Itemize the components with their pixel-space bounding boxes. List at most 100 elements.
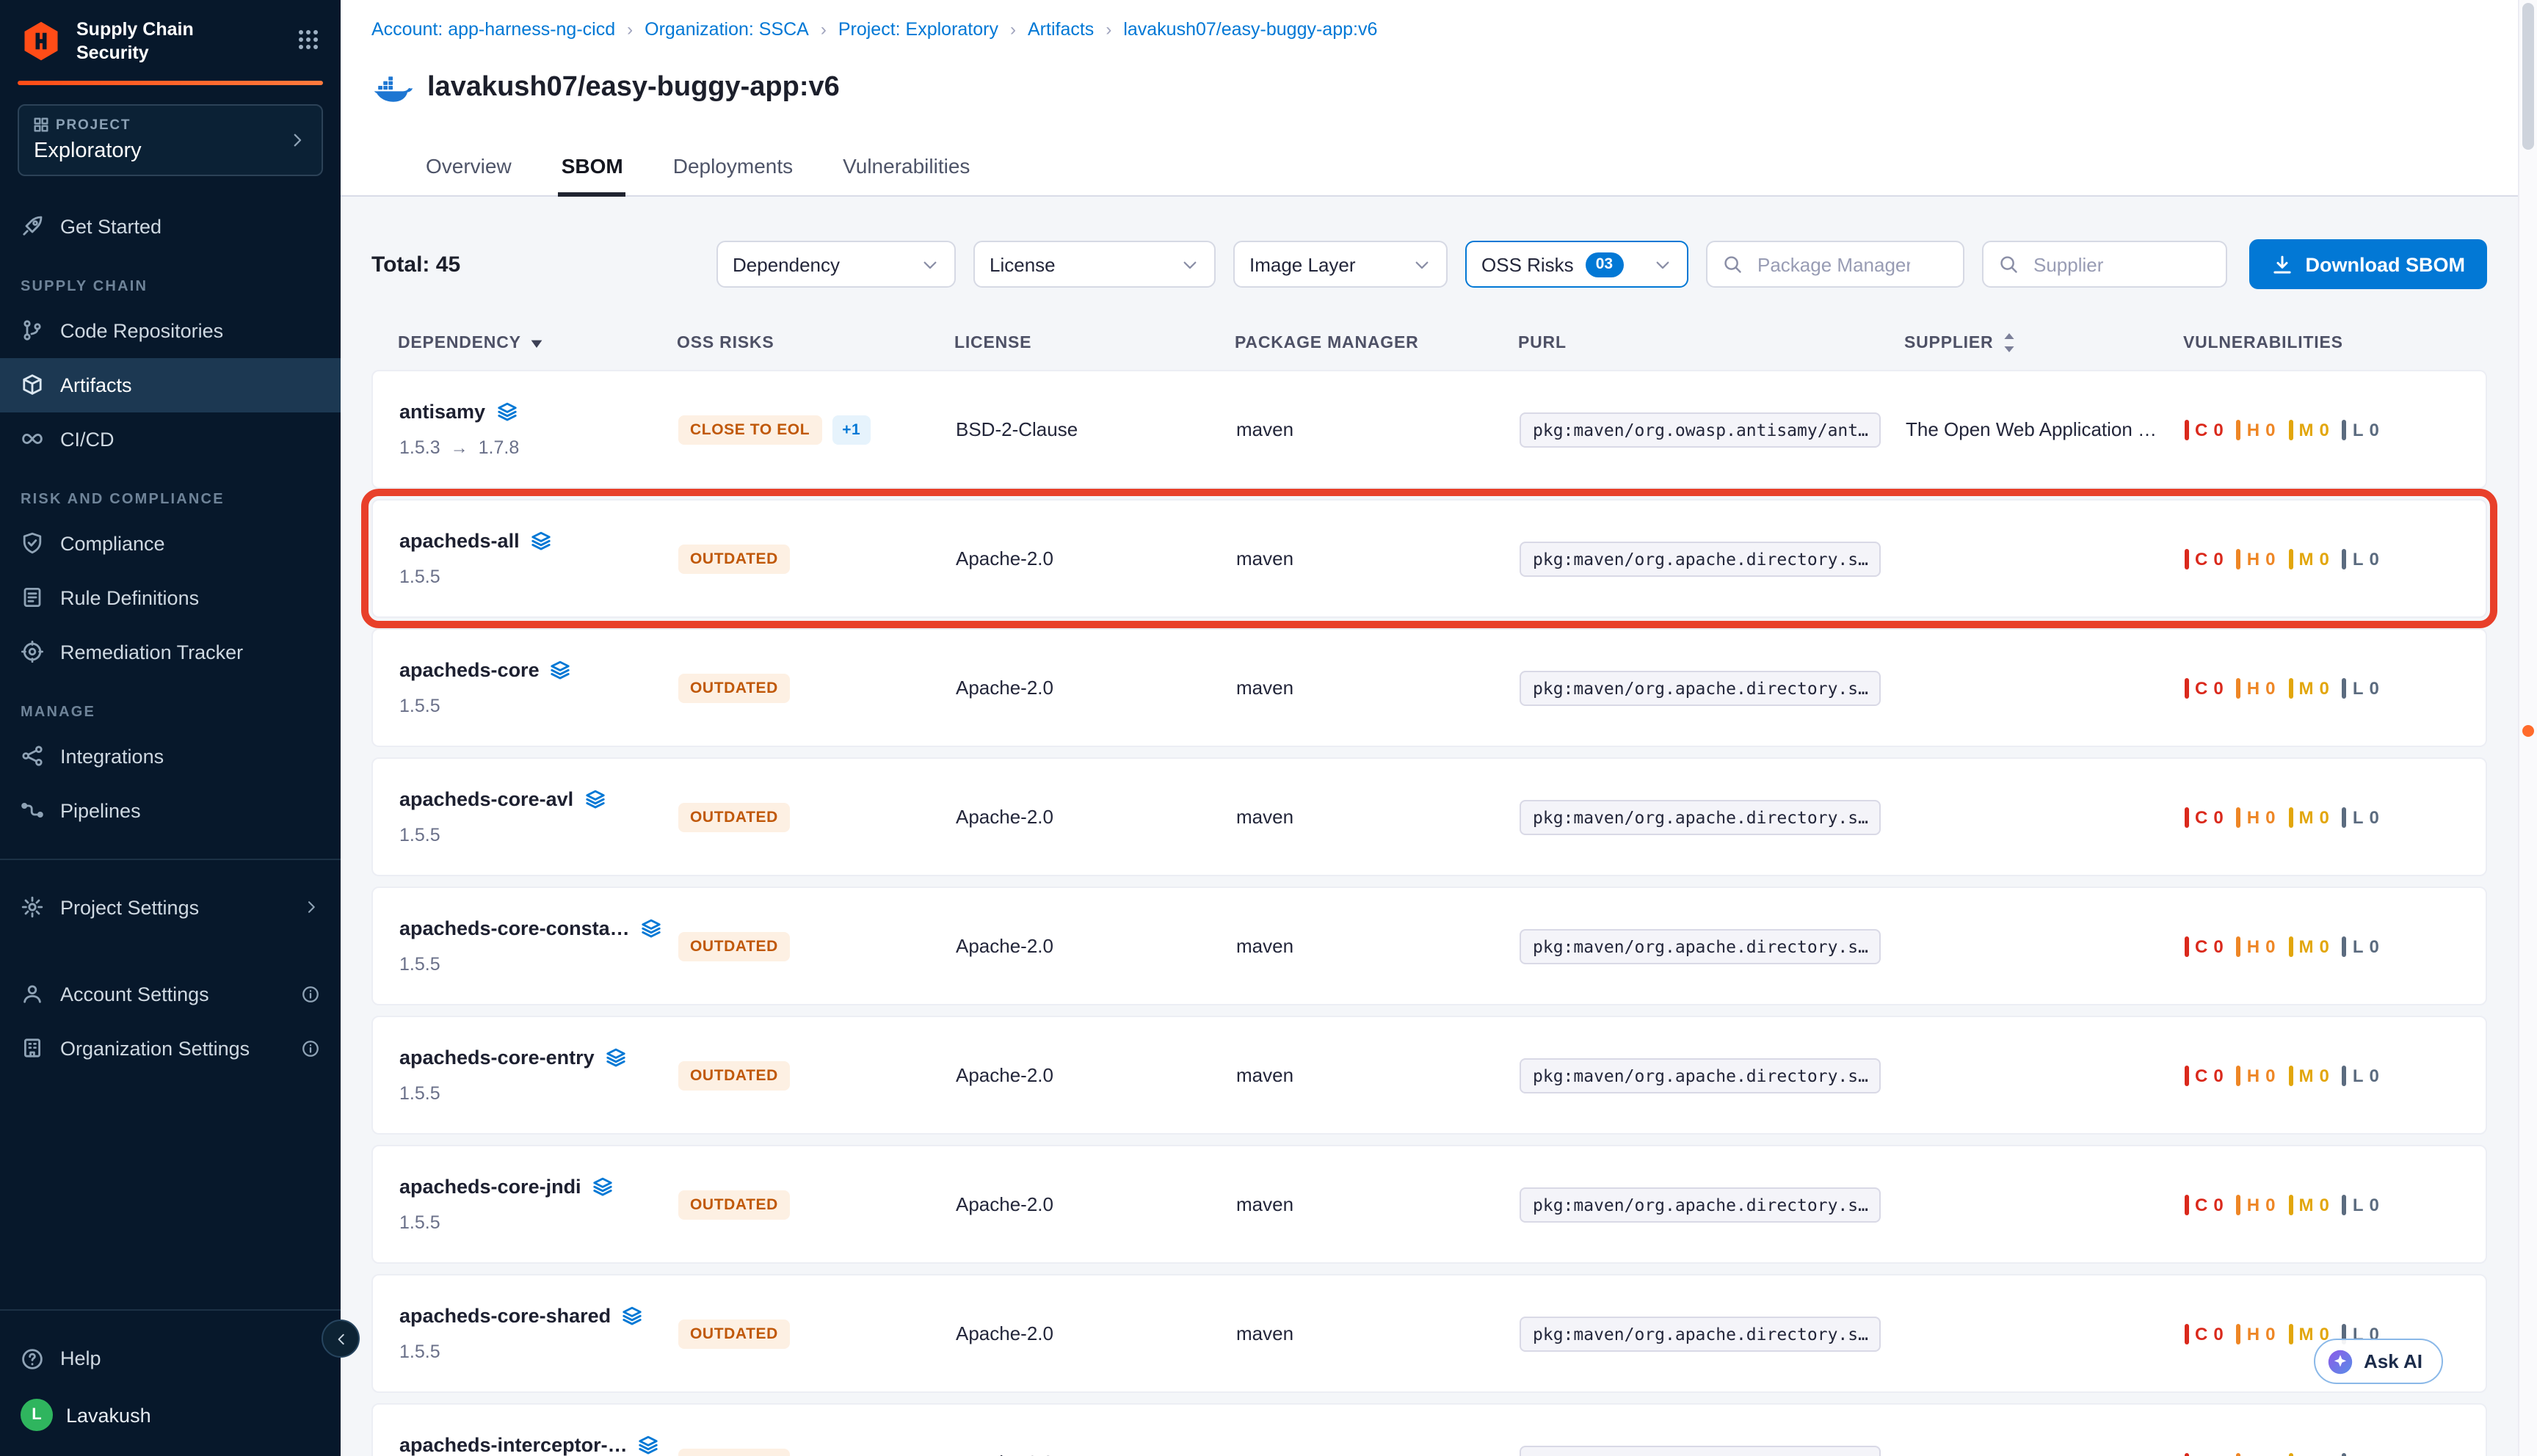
layers-icon[interactable] xyxy=(592,1176,614,1198)
project-label: PROJECT xyxy=(56,117,131,133)
oss-risks-filter-select[interactable]: OSS Risks 03 xyxy=(1465,241,1688,288)
breadcrumb-project[interactable]: Project: Exploratory xyxy=(838,19,998,40)
tab-overview[interactable]: Overview xyxy=(423,142,515,197)
ask-ai-button[interactable]: Ask AI xyxy=(2314,1339,2443,1384)
purl-chip[interactable]: pkg:maven/org.apache.directory.s… xyxy=(1520,1058,1881,1093)
license-cell: Apache-2.0 xyxy=(956,548,1236,570)
sidebar-item-get-started[interactable]: Get Started xyxy=(0,199,341,253)
sidebar-item-cicd[interactable]: CI/CD xyxy=(0,412,341,466)
sidebar-item-pipelines[interactable]: Pipelines xyxy=(0,783,341,837)
low-bar-icon xyxy=(2342,1066,2347,1086)
sidebar-collapse-button[interactable] xyxy=(322,1320,360,1358)
table-row[interactable]: antisamy 1.5.3 1.7.8 CLOSE TO EOL+1 BSD-… xyxy=(371,371,2487,489)
column-dependency[interactable]: DEPENDENCY xyxy=(398,334,677,353)
package-manager-cell: maven xyxy=(1236,1065,1520,1087)
sidebar-item-label: Rule Definitions xyxy=(60,586,199,608)
breadcrumb-artifacts[interactable]: Artifacts xyxy=(1028,19,1094,40)
sidebar-item-account-settings[interactable]: Account Settings xyxy=(0,967,341,1021)
medium-bar-icon xyxy=(2288,807,2293,828)
purl-chip[interactable]: pkg:maven/org.owasp.antisamy/ant… xyxy=(1520,412,1881,448)
table-row[interactable]: apacheds-all 1.5.5 OUTDATED Apache-2.0 m… xyxy=(371,500,2487,619)
license-cell: Apache-2.0 xyxy=(956,1065,1236,1087)
risk-badge: OUTDATED xyxy=(678,1320,790,1349)
project-name: Exploratory xyxy=(34,139,276,162)
more-risks-badge[interactable]: +1 xyxy=(832,415,871,445)
table-row[interactable]: apacheds-core-jndi 1.5.5 OUTDATED Apache… xyxy=(371,1146,2487,1264)
purl-chip[interactable]: pkg:maven/org.apache.directory.s… xyxy=(1520,929,1881,964)
sidebar-item-remediation-tracker[interactable]: Remediation Tracker xyxy=(0,625,341,679)
tab-sbom[interactable]: SBOM xyxy=(559,142,626,197)
sidebar-item-integrations[interactable]: Integrations xyxy=(0,729,341,783)
chevron-down-icon xyxy=(1653,255,1672,274)
sidebar-item-artifacts[interactable]: Artifacts xyxy=(0,357,341,412)
sidebar-item-label: Compliance xyxy=(60,532,165,554)
critical-count: C0 xyxy=(2185,807,2224,828)
tab-deployments[interactable]: Deployments xyxy=(670,142,796,197)
sidebar-item-organization-settings[interactable]: Organization Settings xyxy=(0,1021,341,1075)
table-row[interactable]: apacheds-core-consta… 1.5.5 OUTDATED Apa… xyxy=(371,887,2487,1006)
breadcrumb-artifact-name[interactable]: lavakush07/easy-buggy-app:v6 xyxy=(1123,19,1377,40)
toolbar: Total: 45 Dependency License Image Layer… xyxy=(371,240,2487,290)
chevron-right-icon xyxy=(288,130,307,149)
high-bar-icon xyxy=(2237,807,2241,828)
sidebar-item-help[interactable]: Help xyxy=(0,1331,341,1386)
purl-chip[interactable]: pkg:maven/org.apache.directory.s… xyxy=(1520,671,1881,706)
breadcrumb-account[interactable]: Account: app-harness-ng-cicd xyxy=(371,19,615,40)
search-icon xyxy=(1998,255,2019,275)
table-row[interactable]: apacheds-core-entry 1.5.5 OUTDATED Apach… xyxy=(371,1016,2487,1135)
sidebar-item-rule-definitions[interactable]: Rule Definitions xyxy=(0,570,341,625)
column-package-manager: PACKAGE MANAGER xyxy=(1235,334,1518,353)
dependency-filter-select[interactable]: Dependency xyxy=(716,241,956,288)
layers-icon[interactable] xyxy=(550,660,572,682)
sidebar-item-compliance[interactable]: Compliance xyxy=(0,516,341,570)
sidebar-item-project-settings[interactable]: Project Settings xyxy=(0,880,341,934)
gear-icon xyxy=(21,895,44,919)
layers-icon[interactable] xyxy=(621,1306,643,1328)
tab-vulnerabilities[interactable]: Vulnerabilities xyxy=(840,142,973,197)
layers-icon[interactable] xyxy=(530,531,552,553)
harness-logo-icon[interactable] xyxy=(19,20,63,64)
supplier-input[interactable] xyxy=(2030,252,2189,277)
purl-chip[interactable]: pkg:maven/org.apache.directory.s… xyxy=(1520,800,1881,835)
purl-chip[interactable]: pkg:maven/org.apache.directory.s… xyxy=(1520,542,1881,577)
critical-count: C0 xyxy=(2185,678,2224,699)
purl-chip[interactable]: pkg:maven/org.apache.directory.s… xyxy=(1520,1446,1881,1456)
dependency-cell: apacheds-core-avl 1.5.5 xyxy=(399,789,678,846)
medium-count: M0 xyxy=(2288,1324,2329,1344)
app-grid-icon[interactable] xyxy=(294,25,323,59)
download-sbom-button[interactable]: Download SBOM xyxy=(2250,240,2488,290)
dependency-name: apacheds-core-avl xyxy=(399,789,573,811)
breadcrumb-organization[interactable]: Organization: SSCA xyxy=(645,19,809,40)
dependency-cell: apacheds-core-entry 1.5.5 xyxy=(399,1047,678,1104)
dependency-cell: apacheds-core-consta… 1.5.5 xyxy=(399,918,678,975)
layers-icon[interactable] xyxy=(605,1047,627,1069)
project-selector[interactable]: PROJECT Exploratory xyxy=(18,103,323,175)
medium-bar-icon xyxy=(2288,678,2293,699)
scrollbar-thumb[interactable] xyxy=(2522,3,2534,150)
main-content: Account: app-harness-ng-cicd Organizatio… xyxy=(341,0,2537,1456)
layers-icon[interactable] xyxy=(638,1435,660,1456)
table-row[interactable]: apacheds-core-avl 1.5.5 OUTDATED Apache-… xyxy=(371,758,2487,877)
layers-icon[interactable] xyxy=(640,918,662,940)
license-cell: Apache-2.0 xyxy=(956,1323,1236,1345)
package-manager-cell: maven xyxy=(1236,1323,1520,1345)
sidebar-item-label: Remediation Tracker xyxy=(60,641,243,663)
package-manager-input[interactable] xyxy=(1754,252,1913,277)
layers-icon[interactable] xyxy=(584,789,606,811)
image-layer-filter-select[interactable]: Image Layer xyxy=(1233,241,1448,288)
critical-count: C0 xyxy=(2185,1324,2224,1344)
table-row[interactable]: apacheds-interceptor-… 1.5.5 OUTDATED Ap… xyxy=(371,1404,2487,1456)
purl-chip[interactable]: pkg:maven/org.apache.directory.s… xyxy=(1520,1187,1881,1223)
risk-badge: OUTDATED xyxy=(678,545,790,574)
layers-icon[interactable] xyxy=(496,401,518,423)
table-row[interactable]: apacheds-core 1.5.5 OUTDATED Apache-2.0 … xyxy=(371,629,2487,748)
user-menu[interactable]: L Lavakush xyxy=(0,1386,341,1444)
low-count: L0 xyxy=(2342,807,2379,828)
license-filter-select[interactable]: License xyxy=(973,241,1216,288)
column-supplier[interactable]: SUPPLIER xyxy=(1904,334,2183,353)
critical-count: C0 xyxy=(2185,936,2224,957)
high-count: H0 xyxy=(2237,1195,2276,1215)
table-row[interactable]: apacheds-core-shared 1.5.5 OUTDATED Apac… xyxy=(371,1275,2487,1394)
purl-chip[interactable]: pkg:maven/org.apache.directory.s… xyxy=(1520,1317,1881,1352)
sidebar-item-code-repositories[interactable]: Code Repositories xyxy=(0,303,341,357)
